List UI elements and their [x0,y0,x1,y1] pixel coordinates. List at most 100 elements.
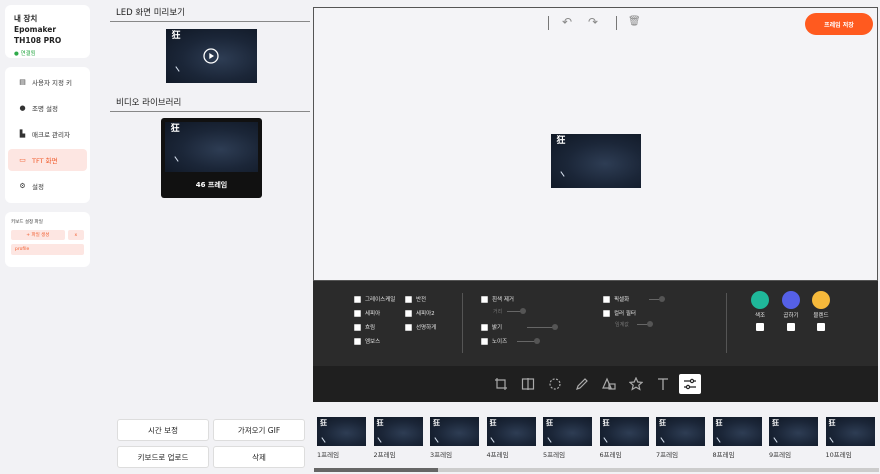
multiply-swatch[interactable] [782,291,800,309]
multiply-label: 곱하기 [783,313,799,319]
checkbox[interactable] [405,295,412,303]
frame-mark [773,436,778,443]
frame-thumbnail[interactable]: 狂 10프레임 [825,417,875,459]
blend-checkbox[interactable] [817,323,825,331]
brightness-slider[interactable] [527,324,558,330]
import-gif-button[interactable]: 가져오기 GIF [213,419,305,441]
checkbox[interactable] [354,323,361,331]
save-frame-button[interactable]: 프레임 저장 [805,13,873,35]
scrollbar-thumb[interactable] [314,468,439,472]
filter-panel: 그레이스케일 반전 세피아 세피아2 흐림 선명하게 엠보스 흰색 제거 거리 … [313,281,878,366]
filter-brightness[interactable]: 밝기 [481,323,502,331]
undo-icon[interactable]: ↶ [562,15,572,29]
frame-thumbnail[interactable]: 狂 1프레임 [317,417,366,459]
slider-knob[interactable] [552,324,558,330]
star-icon[interactable] [625,374,647,394]
frame-thumbnail[interactable]: 狂 9프레임 [769,417,818,459]
delete-profile-button[interactable]: x [67,230,84,240]
frame-thumbnail[interactable]: 狂 3프레임 [430,417,479,459]
pencil-icon[interactable] [571,374,593,394]
delete-button[interactable]: 삭제 [213,446,305,468]
filter-color[interactable]: 컬러 필터 [603,309,636,317]
tint-swatch[interactable] [751,291,769,309]
slider-knob[interactable] [659,296,665,302]
library-video-card[interactable]: 狂 46 프레임 [161,118,262,198]
divider [726,293,727,353]
checkbox[interactable] [603,309,610,317]
filter-invert[interactable]: 반전 [405,295,426,303]
sidebar-item-macro[interactable]: ▙ 매크로 관리자 [8,123,87,145]
filter-label: 노이즈 [492,339,508,345]
checkbox[interactable] [405,309,412,317]
frame-glyph: 狂 [658,417,666,427]
frame-image: 狂 [656,417,705,446]
slider-knob[interactable] [534,338,540,344]
checkbox[interactable] [481,295,488,303]
frame-thumbnail[interactable]: 狂 5프레임 [543,417,592,459]
sidebar-item-label: 설정 [32,183,44,191]
sidebar-item-tft[interactable]: ▭ TFT 화면 [8,149,87,171]
pixelate-slider[interactable] [649,296,665,302]
filter-pixelate[interactable]: 픽셀화 [603,295,629,303]
frame-glyph: 狂 [771,417,779,427]
filter-sharpen[interactable]: 선명하게 [405,323,436,331]
sidebar-item-settings[interactable]: ⚙ 설정 [8,175,87,197]
divider [110,111,310,112]
filter-sepia2[interactable]: 세피아2 [405,309,435,317]
profile-item[interactable]: profile [11,244,84,255]
checkbox[interactable] [481,323,488,331]
new-profile-button[interactable]: + 파일 생성 [11,230,65,240]
trash-icon[interactable]: 🗑 [628,16,641,27]
filter-adjust-icon[interactable] [679,374,701,394]
shapes-icon[interactable] [598,374,620,394]
text-icon[interactable] [652,374,674,394]
crop-icon[interactable] [490,374,512,394]
frame-thumbnail[interactable]: 狂 4프레임 [486,417,536,459]
redo-icon[interactable]: ↷ [588,15,598,29]
checkbox[interactable] [405,323,412,331]
frame-thumbnail[interactable]: 狂 6프레임 [599,417,649,459]
frame-glyph: 狂 [319,417,327,427]
blend-swatch[interactable] [812,291,830,309]
tint-checkbox[interactable] [756,323,764,331]
filter-emboss[interactable]: 엠보스 [354,337,380,345]
filter-blur[interactable]: 흐림 [354,323,375,331]
checkbox[interactable] [354,337,361,345]
noise-slider[interactable] [517,338,540,344]
distance-slider[interactable] [507,308,526,314]
filter-noise[interactable]: 노이즈 [481,337,507,345]
filmstrip-scrollbar[interactable] [314,468,879,472]
slider-knob[interactable] [647,321,653,327]
filter-label: 그레이스케일 [365,297,396,303]
checkbox[interactable] [481,337,488,345]
sidebar-item-lighting[interactable]: ● 조명 설정 [8,97,87,119]
threshold-slider[interactable] [637,321,653,327]
filter-grayscale[interactable]: 그레이스케일 [354,295,395,303]
play-icon[interactable] [203,48,219,64]
multiply-checkbox[interactable] [787,323,795,331]
frame-thumbnail[interactable]: 狂 2프레임 [373,417,423,459]
sidebar-item-custom-keys[interactable]: ▤ 사용자 지정 키 [8,71,87,93]
sidebar-item-label: 사용자 지정 키 [32,79,73,87]
frame-glyph: 狂 [432,417,440,427]
frame-thumbnail[interactable]: 狂 7프레임 [656,417,705,459]
flip-icon[interactable] [517,374,539,394]
library-frame-count: 46 프레임 [195,181,228,189]
frame-image: 狂 [769,417,818,446]
checkbox[interactable] [354,295,361,303]
rotate-icon[interactable] [544,374,566,394]
frame-filmstrip: 狂 1프레임 狂 2프레임 狂 3프레임 狂 4프레임 狂 5프레임 狂 6프레임 狂 7프레임 狂 8프레임… [314,412,879,474]
preview-thumbnail[interactable]: 狂 [166,29,257,83]
checkbox[interactable] [354,309,361,317]
time-correction-button[interactable]: 시간 보정 [117,419,209,441]
frame-thumbnail[interactable]: 狂 8프레임 [712,417,762,459]
upload-to-keyboard-button[interactable]: 키보드로 업로드 [117,446,209,468]
checkbox[interactable] [603,295,610,303]
filter-sepia[interactable]: 세피아 [354,309,380,317]
sidebar-nav: ▤ 사용자 지정 키 ● 조명 설정 ▙ 매크로 관리자 ▭ TFT 화면 ⚙ 설정 [5,67,90,203]
frame-label: 7프레임 [656,451,679,459]
slider-knob[interactable] [520,308,526,314]
canvas-frame[interactable]: 狂 [551,134,641,188]
macro-icon: ▙ [19,130,26,138]
filter-remove-white[interactable]: 흰색 제거 [481,295,514,303]
